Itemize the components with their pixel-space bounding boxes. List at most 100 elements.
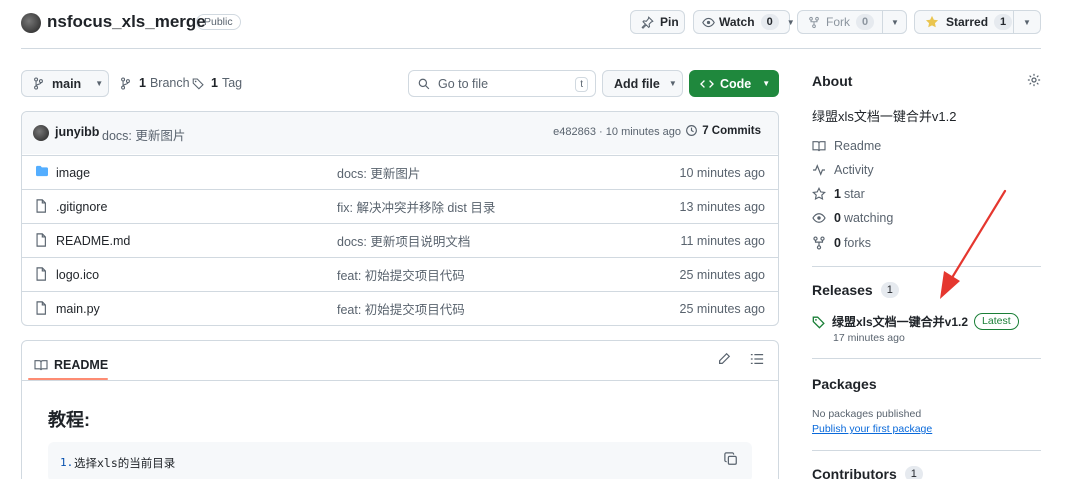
copy-icon[interactable] (724, 452, 738, 466)
commits-link[interactable]: 7 Commits (685, 124, 761, 137)
file-commit-message[interactable]: feat: 初始提交项目代码 (337, 299, 465, 318)
fork-button[interactable]: Fork 0 ▼ (797, 10, 907, 34)
about-description: 绿盟xls文档一键合并v1.2 (812, 109, 957, 124)
stars-count: 1 (834, 187, 841, 201)
release-tag-icon (812, 315, 826, 329)
readme-tab[interactable]: README (28, 350, 108, 380)
pulse-icon (812, 164, 834, 176)
watch-button[interactable]: Watch 0 ▼ (693, 10, 795, 34)
file-row[interactable]: .gitignore fix: 解决冲突并移除 dist 目录 13 minutes… (21, 189, 779, 223)
add-file-caret-icon: ▼ (668, 79, 677, 88)
starred-label: Starred (946, 15, 989, 29)
star-caret-icon[interactable]: ▼ (1023, 18, 1031, 27)
branch-selector[interactable]: main ▼ (21, 70, 109, 97)
watching-label: watching (843, 211, 894, 225)
file-commit-message[interactable]: docs: 更新项目说明文档 (337, 231, 470, 250)
release-name: 绿盟xls文档一键合并v1.2 (832, 315, 969, 329)
go-to-file-input[interactable]: Go to file t (408, 70, 596, 97)
forks-label: forks (843, 236, 872, 250)
file-icon (35, 267, 47, 281)
owner-avatar[interactable] (21, 13, 41, 33)
eye-icon (702, 16, 715, 29)
file-icon (35, 233, 47, 247)
code-line-text: 选择xls的当前目录 (74, 456, 176, 470)
star-icon (812, 187, 834, 201)
file-row[interactable]: image docs: 更新图片 10 minutes ago (21, 155, 779, 189)
add-file-button[interactable]: Add file ▼ (602, 70, 683, 97)
file-icon (35, 301, 47, 315)
watch-count: 0 (760, 14, 779, 30)
contributors-label: Contributors (812, 466, 897, 479)
watching-count: 0 (834, 211, 841, 225)
author-avatar[interactable] (33, 125, 49, 141)
file-commit-message[interactable]: fix: 解决冲突并移除 dist 目录 (337, 197, 495, 216)
forks-link[interactable]: 0 forks (812, 236, 871, 250)
watch-label: Watch (719, 15, 755, 29)
folder-icon (35, 165, 49, 177)
branch-caret-icon: ▼ (95, 79, 104, 88)
contributors-count: 1 (904, 466, 923, 479)
branch-icon (33, 77, 44, 90)
release-item[interactable]: 绿盟xls文档一键合并v1.2 Latest (812, 313, 1019, 330)
file-commit-message[interactable]: docs: 更新图片 (337, 163, 420, 182)
branch-name: main (52, 76, 82, 91)
header-divider (21, 48, 1041, 49)
edit-icon[interactable] (717, 352, 731, 366)
file-name[interactable]: .gitignore (56, 200, 107, 214)
publish-package-link[interactable]: Publish your first package (812, 423, 932, 435)
star-count: 1 (994, 14, 1013, 30)
repo-name[interactable]: nsfocus_xls_merge (47, 12, 206, 32)
fork-count: 0 (856, 14, 875, 30)
readme-tab-label: README (54, 358, 109, 372)
releases-count: 1 (880, 282, 899, 298)
outline-icon[interactable] (750, 352, 764, 366)
releases-title[interactable]: Releases 1 (812, 282, 899, 298)
book-icon (812, 140, 834, 152)
forks-count: 0 (834, 236, 841, 250)
readme-link[interactable]: Readme (812, 139, 881, 153)
code-caret-icon: ▼ (762, 79, 771, 88)
search-icon (418, 78, 430, 90)
gear-icon[interactable] (1027, 73, 1041, 87)
file-commit-message[interactable]: feat: 初始提交项目代码 (337, 265, 465, 284)
contributors-title[interactable]: Contributors 1 (812, 466, 923, 479)
hotkey-badge: t (575, 77, 588, 92)
file-name[interactable]: README.md (56, 234, 130, 248)
release-time: 17 minutes ago (833, 332, 905, 344)
commit-hash-time[interactable]: e482863 · 10 minutes ago (553, 126, 681, 138)
pin-label: Pin (660, 15, 679, 29)
file-row[interactable]: README.md docs: 更新项目说明文档 11 minutes ago (21, 223, 779, 257)
commits-count: 7 Commits (702, 124, 761, 137)
latest-commit-bar: junyibb docs: 更新图片 e482863 · 10 minutes … (22, 112, 778, 154)
watching-link[interactable]: 0 watching (812, 211, 893, 225)
tag-count: 1 (211, 76, 218, 90)
file-age: 25 minutes ago (679, 301, 765, 316)
file-row[interactable]: main.py feat: 初始提交项目代码 25 minutes ago (21, 291, 779, 325)
annotation-arrow (940, 189, 1007, 299)
code-button[interactable]: Code ▼ (689, 70, 779, 97)
latest-badge: Latest (974, 313, 1019, 330)
tags-link[interactable]: 1 Tag (192, 76, 242, 90)
branches-link[interactable]: 1 Branch (120, 76, 190, 90)
go-to-file-placeholder: Go to file (438, 76, 489, 91)
fork-label: Fork (826, 15, 850, 29)
code-label: Code (720, 76, 752, 91)
file-name[interactable]: main.py (56, 302, 100, 316)
history-icon (685, 124, 698, 137)
starred-button[interactable]: Starred 1 ▼ (914, 10, 1041, 34)
tag-icon (192, 77, 205, 90)
file-name[interactable]: logo.ico (56, 268, 99, 282)
stars-link[interactable]: 1 star (812, 187, 865, 201)
releases-label: Releases (812, 282, 873, 298)
file-name[interactable]: image (56, 166, 90, 180)
pin-button[interactable]: Pin (630, 10, 685, 34)
packages-title[interactable]: Packages (812, 376, 877, 392)
commit-message[interactable]: docs: 更新图片 (102, 125, 185, 144)
file-row[interactable]: logo.ico feat: 初始提交项目代码 25 minutes ago (21, 257, 779, 291)
commit-author[interactable]: junyibb (55, 125, 99, 139)
star-filled-icon (925, 15, 939, 29)
fork-caret-icon[interactable]: ▼ (891, 18, 899, 27)
activity-link[interactable]: Activity (812, 163, 874, 177)
fork-icon (812, 236, 834, 250)
readme-link-label: Readme (834, 139, 882, 153)
